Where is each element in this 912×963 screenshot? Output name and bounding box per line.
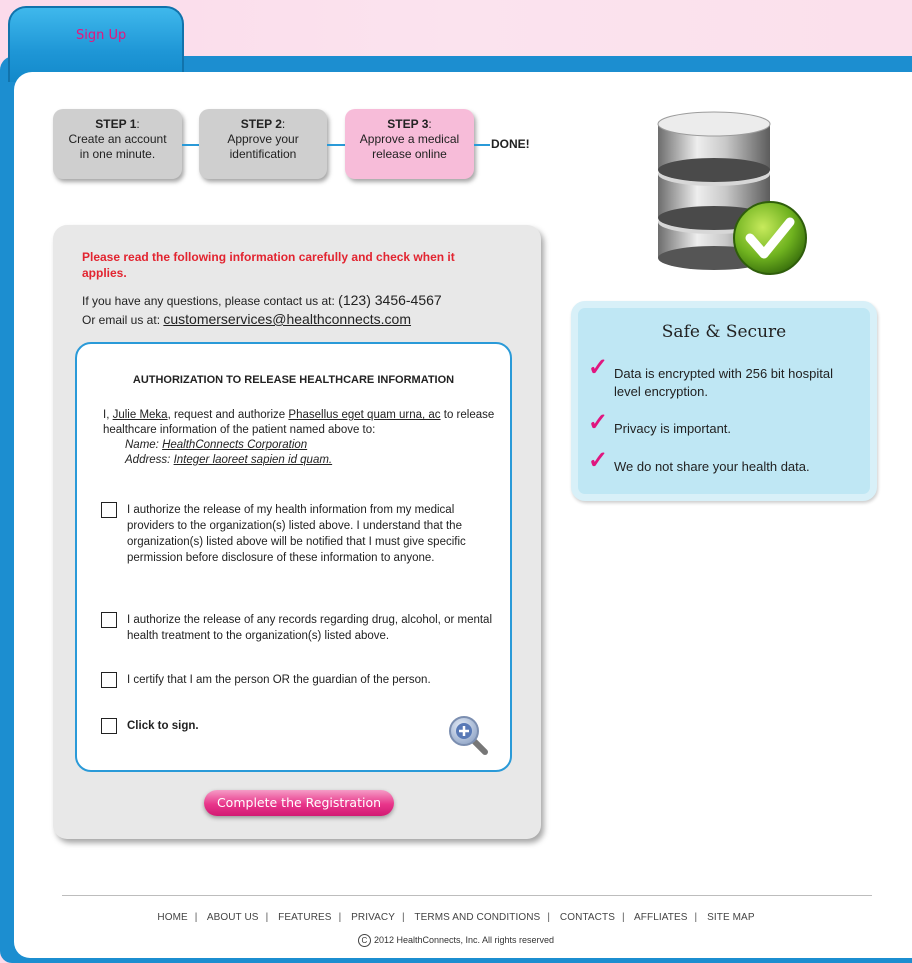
- contact-email-line: Or email us at: customerservices@healthc…: [82, 311, 412, 327]
- safe-secure-title: Safe & Secure: [661, 322, 787, 342]
- footer-link-contacts[interactable]: CONTACTS: [560, 912, 615, 923]
- requester-name: Phasellus eget quam urna, ac: [288, 409, 441, 421]
- footer-link-about[interactable]: ABOUT US: [207, 912, 259, 923]
- step-1-line1: Create an account: [68, 132, 167, 146]
- step-3-active: STEP 3: Approve a medical release online: [345, 109, 474, 179]
- contact-phone-line: If you have any questions, please contac…: [82, 292, 442, 308]
- secure-item: ✓ Data is encrypted with 256 bit hospita…: [588, 354, 833, 400]
- copyright-icon: C: [357, 934, 371, 947]
- authorization-paragraph: I, Julie Meka, request and authorize Pha…: [103, 408, 513, 468]
- safe-secure-panel: Safe & Secure ✓ Data is encrypted with 2…: [571, 301, 877, 501]
- secure-item: ✓ Privacy is important.: [588, 409, 732, 437]
- checkmark-icon: ✓: [588, 409, 609, 436]
- patient-name: Julie Meka: [112, 409, 168, 421]
- click-to-sign-label[interactable]: Click to sign.: [101, 718, 496, 734]
- step-3-line2: release online: [372, 147, 447, 161]
- step-connector: [182, 144, 199, 146]
- checkbox-health-info[interactable]: [101, 502, 117, 518]
- step-2-title: STEP 2:: [240, 117, 286, 131]
- step-1-line2: in one minute.: [79, 147, 156, 161]
- consent-row-certify: I certify that I am the person OR the gu…: [101, 672, 496, 688]
- step-2: STEP 2: Approve your identification: [199, 109, 327, 179]
- done-label: DONE!: [491, 137, 530, 151]
- step-connector: [327, 144, 345, 146]
- consent-row-sign: Click to sign.: [101, 718, 496, 734]
- recipient-address: Address: Integer laoreet sapien id quam.: [125, 454, 333, 466]
- checkmark-icon: ✓: [588, 354, 609, 381]
- footer-link-sitemap[interactable]: SITE MAP: [707, 912, 754, 923]
- authorization-title: AUTHORIZATION TO RELEASE HEALTHCARE INFO…: [132, 374, 455, 386]
- checkbox-sign[interactable]: [101, 718, 117, 734]
- step-2-line1: Approve your: [227, 132, 299, 146]
- consent-row-health-info: I authorize the release of my health inf…: [101, 502, 496, 566]
- step-1-title: STEP 1:: [95, 117, 140, 131]
- footer-link-privacy[interactable]: PRIVACY: [351, 912, 395, 923]
- tab-sign-up[interactable]: Sign Up: [8, 6, 184, 82]
- step-connector: [474, 144, 490, 146]
- secure-item: ✓ We do not share your health data.: [588, 447, 810, 475]
- complete-registration-button[interactable]: Complete the Registration: [204, 790, 394, 816]
- step-3-title: STEP 3:: [387, 117, 432, 131]
- checkmark-icon: ✓: [588, 447, 609, 474]
- step-1: STEP 1: Create an account in one minute.: [53, 109, 182, 179]
- secure-database-icon: [657, 111, 807, 275]
- checkbox-certify[interactable]: [101, 672, 117, 688]
- tab-sign-up-label: Sign Up: [76, 28, 127, 43]
- copyright: C 2012 HealthConnects, Inc. All rights re…: [0, 934, 912, 947]
- authorization-box: AUTHORIZATION TO RELEASE HEALTHCARE INFO…: [75, 342, 512, 772]
- email-link[interactable]: customerservices@healthconnects.com: [163, 311, 411, 327]
- step-3-line1: Approve a medical: [359, 132, 460, 146]
- consent-row-drug-records: I authorize the release of any records r…: [101, 612, 496, 644]
- phone-number: (123) 3456-4567: [338, 292, 442, 308]
- footer-divider: [62, 895, 872, 896]
- zoom-in-icon[interactable]: [447, 714, 491, 758]
- step-2-line2: identification: [229, 147, 297, 161]
- footer-link-terms[interactable]: TERMS AND CONDITIONS: [414, 912, 540, 923]
- checkbox-drug-records[interactable]: [101, 612, 117, 628]
- footer-link-home[interactable]: HOME: [157, 912, 187, 923]
- warning-text: Please read the following information ca…: [82, 250, 455, 280]
- footer-nav: HOME | ABOUT US | FEATURES | PRIVACY | TERMS…: [157, 912, 755, 923]
- footer-link-features[interactable]: FEATURES: [278, 912, 331, 923]
- recipient-name: Name: HealthConnects Corporation: [125, 439, 308, 451]
- footer-link-affiliates[interactable]: AFFLIATES: [634, 912, 688, 923]
